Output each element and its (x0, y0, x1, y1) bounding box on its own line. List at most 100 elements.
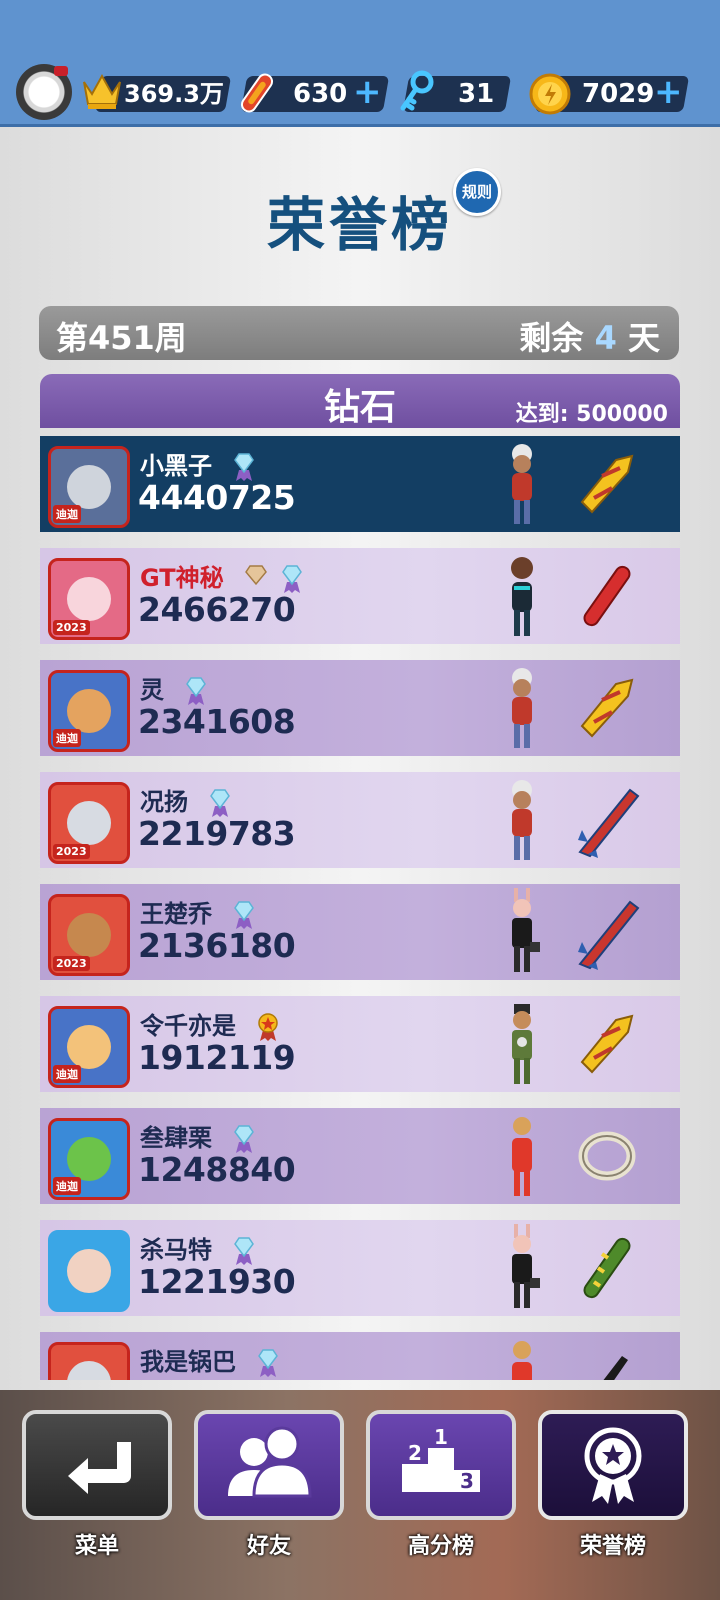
svg-text:2: 2 (408, 1441, 422, 1465)
svg-text:3: 3 (460, 1469, 474, 1493)
avatar-frame-badge: 2023 (53, 956, 90, 971)
player-name: 令千亦是 (140, 1006, 280, 1042)
rocket-board-icon (578, 900, 640, 970)
hoverboard-icon (583, 565, 631, 627)
menu-label: 菜单 (74, 1534, 119, 1559)
player-name-text: 小黑子 (140, 452, 212, 480)
leaderboard-row[interactable]: 迪迦 令千亦是 1912119 (40, 996, 680, 1092)
friends-icon (228, 1426, 312, 1498)
key-value: 31 (458, 79, 495, 109)
avatar-frame-badge: 迪迦 (53, 1177, 81, 1195)
avatar: 迪迦 (48, 1118, 130, 1200)
player-name-text: 叁肆栗 (140, 1124, 212, 1152)
tier-requirement: 达到: 500000 (515, 402, 668, 427)
crown-icon (83, 73, 121, 109)
player-score: 1221930 (138, 1262, 296, 1301)
avatar: 迪迦 (48, 1006, 130, 1088)
character-icon (512, 1341, 532, 1380)
character-icon (512, 780, 532, 860)
avatar: 2023 (48, 558, 130, 640)
leaderboard-list[interactable]: 迪迦 小黑子 4440725 2023 GT神秘 2466270 迪迦 灵 23… (40, 436, 680, 1380)
player-name-text: 灵 (140, 676, 164, 704)
hoverboard-icon (240, 73, 274, 113)
remaining-suffix: 天 (627, 319, 660, 357)
player-name: GT神秘 (140, 558, 304, 594)
honor-button[interactable] (538, 1410, 688, 1520)
player-name: 王楚乔 (140, 894, 256, 930)
page-title: 荣誉榜 (266, 191, 453, 259)
player-score: 2219783 (138, 814, 296, 853)
leaderboard-row[interactable]: 2023 我是锅巴 (40, 1332, 680, 1380)
coin-icon (529, 73, 571, 115)
player-name-text: 我是锅巴 (140, 1348, 236, 1376)
avatar (48, 1230, 130, 1312)
avatar: 2023 (48, 782, 130, 864)
add-hoverboard-button[interactable]: + (353, 72, 382, 112)
avatar-frame-badge: 迪迦 (53, 729, 81, 747)
player-score: 2136180 (138, 926, 296, 965)
character-icon (512, 444, 532, 524)
rules-button[interactable]: 规则 (453, 168, 501, 216)
hoverboard-icon (580, 454, 634, 514)
character-icon (512, 1004, 532, 1084)
return-arrow-icon (68, 1442, 131, 1494)
character-icon (512, 1117, 532, 1196)
player-score: 1912119 (138, 1038, 296, 1077)
player-name: 叁肆栗 (140, 1118, 256, 1154)
player-name-text: GT神秘 (140, 564, 224, 592)
player-name: 杀马特 (140, 1230, 256, 1266)
leaderboard-row[interactable]: 迪迦 灵 2341608 (40, 660, 680, 756)
gear-icon[interactable] (16, 64, 72, 120)
player-name: 我是锅巴 (140, 1342, 280, 1378)
player-score: 2341608 (138, 702, 296, 741)
hoverboard-value: 630 (293, 79, 348, 109)
honor-label: 荣誉榜 (579, 1534, 646, 1559)
rocket-board-icon (578, 788, 640, 858)
podium-icon: 2 1 3 (402, 1425, 480, 1493)
remaining-count: 4 (594, 319, 617, 357)
coin-value: 7029 (582, 79, 655, 109)
highscores-button[interactable]: 2 1 3 (366, 1410, 516, 1520)
diamond-medal-icon (258, 1349, 279, 1377)
character-icon (511, 557, 533, 636)
player-name-text: 王楚乔 (140, 900, 212, 928)
friends-button[interactable] (194, 1410, 344, 1520)
avatar-frame-badge: 迪迦 (53, 1065, 81, 1083)
character-icon (512, 888, 540, 972)
key-icon (400, 70, 434, 111)
player-name: 灵 (140, 670, 208, 706)
remaining-days: 剩余 4 天 (519, 313, 660, 359)
avatar: 迪迦 (48, 670, 130, 752)
character-icon (512, 1224, 540, 1308)
player-name-text: 杀马特 (140, 1236, 212, 1264)
leaderboard-row-self[interactable]: 迪迦 小黑子 4440725 (40, 436, 680, 532)
hoverboard-icon (580, 1014, 634, 1074)
honor-medal-icon (584, 1427, 642, 1504)
player-score: 1248840 (138, 1150, 296, 1189)
remaining-prefix: 剩余 (519, 319, 584, 357)
avatar-frame-badge: 2023 (53, 844, 90, 859)
player-name-text: 况扬 (140, 788, 188, 816)
avatar-frame-badge: 2023 (53, 620, 90, 635)
add-coin-button[interactable]: + (654, 72, 683, 112)
friends-label: 好友 (246, 1534, 291, 1559)
avatar: 2023 (48, 1342, 130, 1380)
highscores-label: 高分榜 (407, 1534, 474, 1559)
avatar: 2023 (48, 894, 130, 976)
player-name-text: 令千亦是 (140, 1012, 236, 1040)
ring-board-icon (578, 1131, 636, 1181)
leaderboard-row[interactable]: 2023 GT神秘 2466270 (40, 548, 680, 644)
player-score: 2466270 (138, 590, 296, 629)
svg-text:1: 1 (434, 1425, 448, 1449)
menu-button[interactable] (22, 1410, 172, 1520)
crown-value: 369.3万 (124, 80, 224, 108)
character-icon (512, 668, 532, 748)
player-score: 4440725 (138, 478, 296, 517)
leaderboard-row[interactable]: 迪迦 叁肆栗 1248840 (40, 1108, 680, 1204)
leaderboard-row[interactable]: 杀马特 1221930 (40, 1220, 680, 1316)
hoverboard-icon (603, 1356, 628, 1380)
avatar-frame-badge: 迪迦 (53, 505, 81, 523)
leaderboard-row[interactable]: 2023 况扬 2219783 (40, 772, 680, 868)
leaderboard-row[interactable]: 2023 王楚乔 2136180 (40, 884, 680, 980)
avatar: 迪迦 (48, 446, 130, 528)
